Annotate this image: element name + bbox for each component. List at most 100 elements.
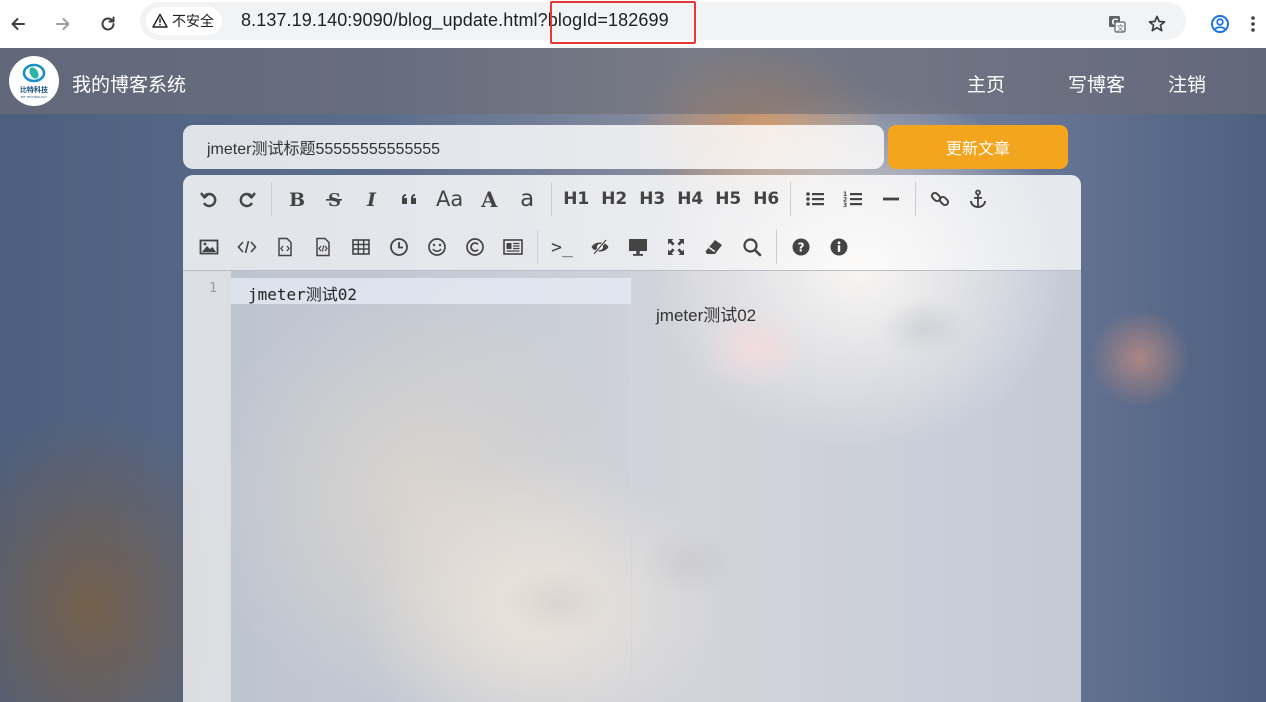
url-highlight-box <box>550 1 696 44</box>
inline-code-button[interactable] <box>231 231 263 263</box>
bold-button[interactable]: B <box>280 183 312 215</box>
preview-button[interactable] <box>622 231 654 263</box>
translate-icon: G文 <box>1109 16 1126 33</box>
unordered-list-button[interactable] <box>799 183 831 215</box>
update-article-button[interactable]: 更新文章 <box>888 125 1068 169</box>
help-icon: ? <box>792 238 810 256</box>
datetime-icon <box>390 238 408 256</box>
markdown-line[interactable]: jmeter测试02 <box>248 281 357 305</box>
svg-text:文: 文 <box>1117 22 1125 32</box>
ordered-list-icon: 123 <box>843 191 863 209</box>
svg-text:?: ? <box>798 241 805 255</box>
blog-title-input[interactable] <box>183 125 884 169</box>
toolbar-row-2: >_ ? <box>193 227 861 267</box>
reload-button[interactable] <box>92 8 124 40</box>
toolbar-separator <box>551 182 553 216</box>
toolbar-separator <box>915 182 917 216</box>
security-label: 不安全 <box>172 14 214 30</box>
emoji-button[interactable] <box>421 231 453 263</box>
editor-toolbar: B S I Aa A a H1 H2 H3 H4 H5 H6 1 2 3 >_ … <box>183 175 1081 271</box>
undo-button[interactable] <box>193 183 225 215</box>
h2-button[interactable]: H2 <box>598 183 630 215</box>
arrow-left-icon <box>11 18 25 30</box>
terminal-button[interactable]: >_ <box>546 231 578 263</box>
help-button[interactable]: ? <box>785 231 817 263</box>
search-button[interactable] <box>736 231 768 263</box>
preformatted-code-button[interactable] <box>307 231 339 263</box>
toolbar-separator <box>790 182 792 216</box>
logo-text: 比特科技 <box>20 85 48 94</box>
pagebreak-icon <box>503 239 523 255</box>
markdown-editor: B S I Aa A a H1 H2 H3 H4 H5 H6 1 2 3 >_ … <box>183 175 1081 702</box>
lowercase-button[interactable]: a <box>511 183 543 215</box>
bookmark-button[interactable] <box>1141 8 1173 40</box>
uppercase-button[interactable]: Aa <box>432 183 467 215</box>
insert-table-button[interactable] <box>345 231 377 263</box>
markdown-source-pane[interactable]: 1 jmeter测试02 <box>183 271 632 702</box>
logo-subtext: BIT TECHNOLOGY <box>20 94 48 99</box>
h3-button[interactable]: H3 <box>636 183 668 215</box>
background-photo-accent <box>1090 308 1190 408</box>
more-vertical-icon <box>1251 16 1255 32</box>
pagebreak-button[interactable] <box>497 231 529 263</box>
horizontal-rule-button[interactable] <box>875 183 907 215</box>
link-button[interactable] <box>924 183 956 215</box>
forward-button[interactable] <box>47 8 79 40</box>
h4-button[interactable]: H4 <box>674 183 706 215</box>
logo-mark-icon <box>22 63 46 82</box>
back-button[interactable] <box>2 8 34 40</box>
profile-icon <box>1211 15 1229 33</box>
fullscreen-button[interactable] <box>660 231 692 263</box>
insert-image-button[interactable] <box>193 231 225 263</box>
reload-icon <box>101 16 115 31</box>
browser-menu-button[interactable] <box>1240 8 1266 40</box>
profile-button[interactable] <box>1204 8 1236 40</box>
svg-text:B: B <box>289 189 305 209</box>
html-entities-button[interactable] <box>459 231 491 263</box>
nav-logout-link[interactable]: 注销 <box>1168 70 1206 97</box>
security-chip[interactable]: 不安全 <box>146 7 222 35</box>
translate-button[interactable]: G文 <box>1101 8 1133 40</box>
site-logo[interactable]: 比特科技 BIT TECHNOLOGY <box>9 56 59 106</box>
toolbar-separator <box>537 230 538 264</box>
h5-button[interactable]: H5 <box>712 183 744 215</box>
watch-toggle-button[interactable] <box>584 231 616 263</box>
preview-paragraph: jmeter测试02 <box>656 306 757 325</box>
arrow-right-icon <box>56 18 70 30</box>
ordered-list-button[interactable]: 123 <box>837 183 869 215</box>
h1-button[interactable]: H1 <box>560 183 592 215</box>
preview-icon <box>629 239 647 256</box>
toolbar-separator <box>776 230 777 264</box>
info-button[interactable] <box>823 231 855 263</box>
search-icon <box>743 238 762 257</box>
strikethrough-button[interactable]: S <box>318 183 350 215</box>
html-entities-icon <box>466 238 484 256</box>
clear-icon <box>705 240 722 254</box>
italic-button[interactable]: I <box>356 183 388 215</box>
strikethrough-icon: S <box>326 190 342 209</box>
nav-write-link[interactable]: 写博客 <box>1068 70 1125 97</box>
line-number: 1 <box>209 281 217 296</box>
bold-icon: B <box>289 189 305 209</box>
watch-toggle-icon <box>591 239 609 255</box>
info-icon <box>830 238 848 256</box>
h6-button[interactable]: H6 <box>750 183 782 215</box>
quote-icon <box>402 194 416 204</box>
fullscreen-icon <box>668 239 684 255</box>
datetime-button[interactable] <box>383 231 415 263</box>
svg-text:3: 3 <box>843 202 847 209</box>
ucfirst-button[interactable]: A <box>473 183 505 215</box>
line-number-gutter: 1 <box>183 271 231 702</box>
nav-home-link[interactable]: 主页 <box>967 70 1005 97</box>
anchor-button[interactable] <box>962 183 994 215</box>
unordered-list-icon <box>806 192 825 206</box>
quote-button[interactable] <box>394 183 426 215</box>
link-icon <box>931 191 950 207</box>
horizontal-rule-icon <box>883 197 900 201</box>
redo-button[interactable] <box>231 183 263 215</box>
markdown-preview-pane: jmeter测试02 <box>633 271 1081 702</box>
svg-text:I: I <box>366 189 377 209</box>
site-title: 我的博客系统 <box>72 74 187 96</box>
clear-button[interactable] <box>698 231 730 263</box>
code-block-button[interactable] <box>269 231 301 263</box>
